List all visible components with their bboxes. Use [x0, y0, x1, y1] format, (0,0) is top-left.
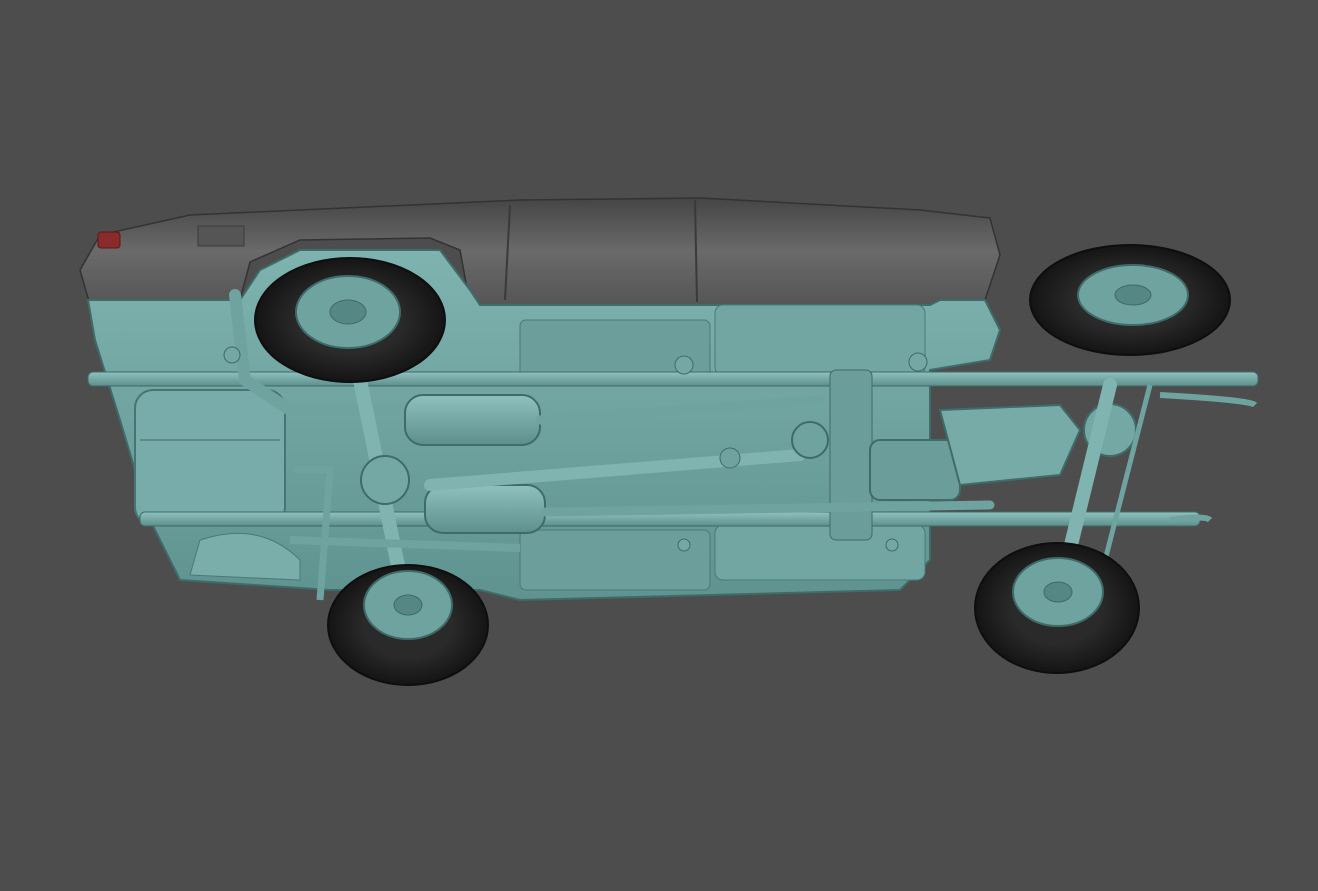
wheel-rear-top: [254, 257, 446, 383]
wheel-rear-bottom: [327, 564, 489, 686]
vehicle-underside-render: [79, 197, 1259, 686]
tail-light: [97, 231, 121, 249]
wheel-front-top: [1029, 244, 1231, 356]
wheel-front-bottom: [974, 542, 1140, 674]
roof-shell: [79, 197, 1001, 306]
3d-viewport[interactable]: [0, 0, 1318, 891]
